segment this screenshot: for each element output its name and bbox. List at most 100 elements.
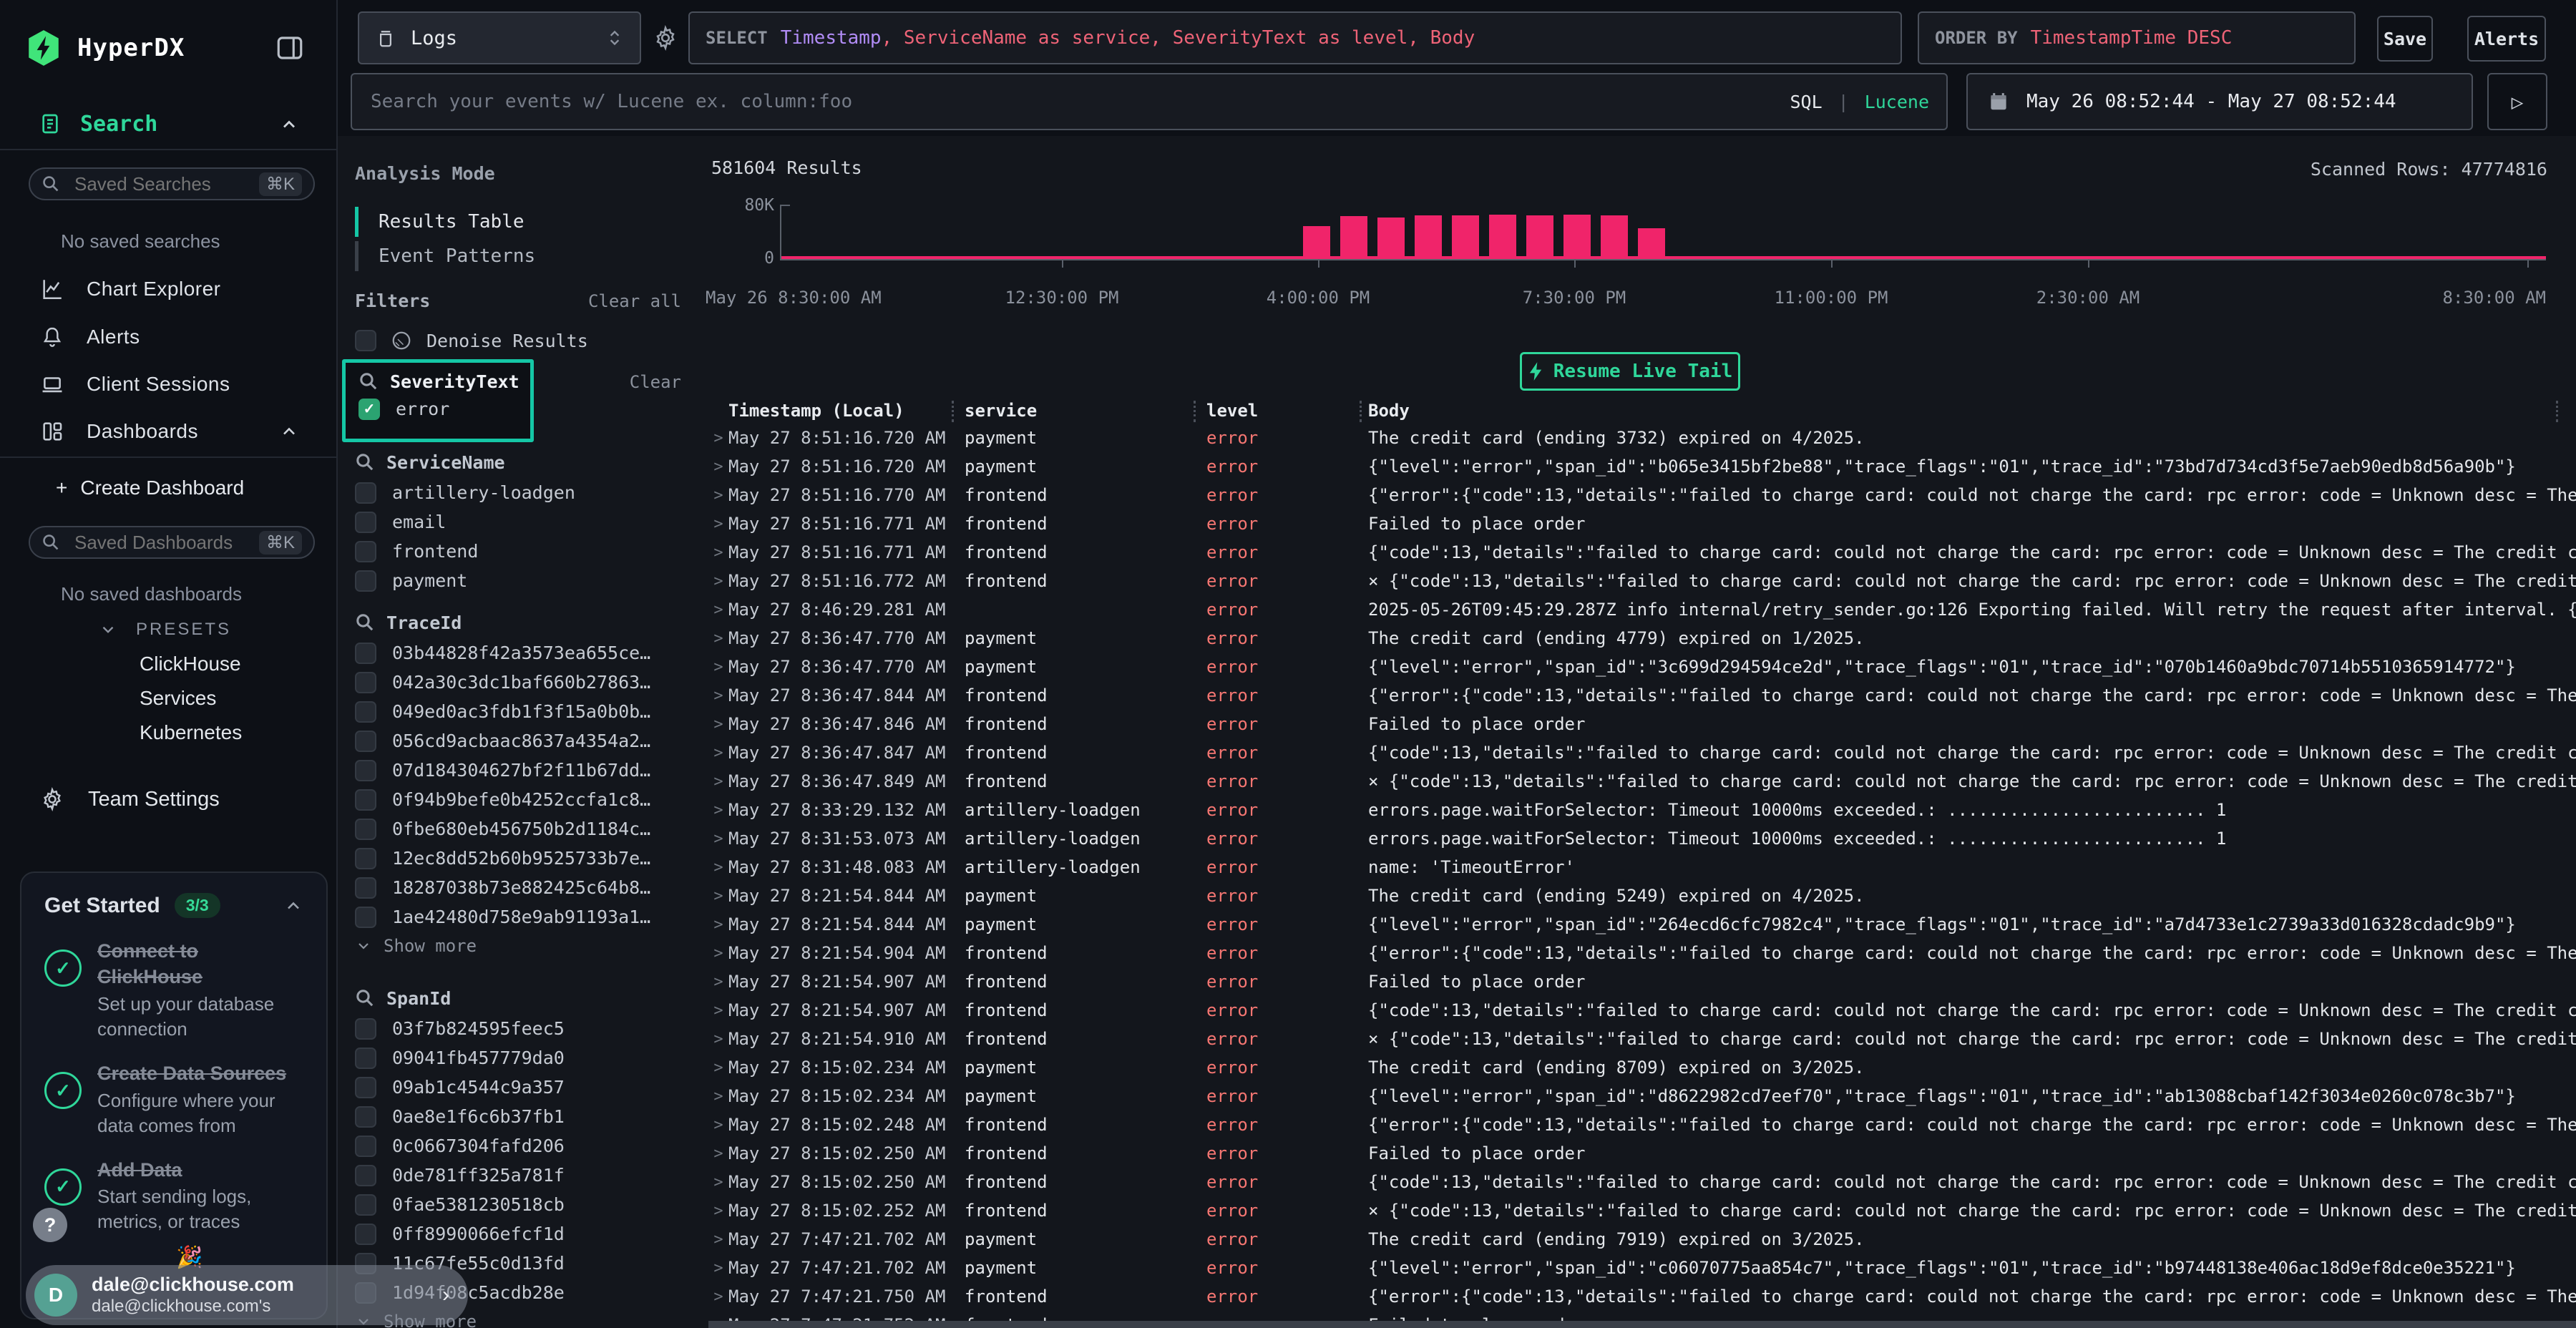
filter-value-row[interactable]: 09041fb457779da0 [355,1043,687,1073]
filter-value-row[interactable]: frontend [355,537,687,566]
filter-value-row[interactable]: 056cd9acbaac8637a4354a2… [355,726,687,756]
language-toggle-lucene[interactable]: Lucene [1865,92,1929,112]
row-expand-chevron[interactable]: > [708,1173,728,1191]
table-row[interactable]: >May 27 8:51:16.772 AMfrontenderror× {"c… [708,567,2576,595]
table-row[interactable]: >May 27 8:21:54.904 AMfrontenderror{"err… [708,939,2576,967]
run-query-button[interactable]: ▷ [2487,73,2547,130]
filter-value-row[interactable]: 03f7b824595feec5 [355,1014,687,1043]
filter-value-row[interactable]: 03b44828f42a3573ea655ce… [355,638,687,668]
row-expand-chevron[interactable]: > [708,716,728,733]
row-expand-chevron[interactable]: > [708,630,728,648]
column-resize-handle[interactable] [2556,401,2558,422]
presets-toggle[interactable]: PRESETS [99,620,231,640]
row-expand-chevron[interactable]: > [708,916,728,934]
checkbox[interactable] [355,907,376,928]
row-expand-chevron[interactable]: > [708,973,728,991]
checkbox[interactable] [355,819,376,840]
preset-services[interactable]: Services [140,687,216,710]
checkbox[interactable] [355,877,376,899]
checkbox[interactable] [355,512,376,533]
checkbox[interactable] [355,701,376,723]
checkbox[interactable] [355,570,376,592]
table-row[interactable]: >May 27 8:15:02.252 AMfrontenderror× {"c… [708,1196,2576,1225]
table-row[interactable]: >May 27 8:51:16.771 AMfrontenderror{"cod… [708,538,2576,567]
histogram-bar[interactable] [1526,215,1553,258]
checkbox[interactable] [355,643,376,664]
filter-value-row[interactable]: 09ab1c4544c9a357 [355,1073,687,1102]
row-expand-chevron[interactable]: > [708,601,728,619]
sidebar-collapse-icon[interactable] [275,33,305,63]
checkbox[interactable] [355,482,376,504]
sidebar-item-team-settings[interactable]: Team Settings [39,787,220,811]
table-row[interactable]: >May 27 8:36:47.846 AMfrontenderrorFaile… [708,710,2576,738]
source-select[interactable]: Logs [358,11,641,64]
search-icon[interactable] [355,452,375,472]
app-logo[interactable]: HyperDX [26,29,185,67]
histogram-bar[interactable] [1489,215,1516,258]
table-row[interactable]: >May 27 8:36:47.770 AMpaymenterrorThe cr… [708,624,2576,653]
table-row[interactable]: >May 27 8:36:47.847 AMfrontenderror{"cod… [708,738,2576,767]
row-expand-chevron[interactable]: > [708,773,728,791]
col-body[interactable]: Body [1368,401,2576,421]
get-started-step[interactable]: ✓ Add Data Start sending logs, metrics, … [44,1157,303,1235]
checkbox[interactable] [355,1048,376,1069]
table-row[interactable]: >May 27 8:21:54.910 AMfrontenderror× {"c… [708,1025,2576,1053]
row-expand-chevron[interactable]: > [708,429,728,447]
col-service[interactable]: service [965,401,1206,421]
table-row[interactable]: >May 27 8:46:29.281 AMerror2025-05-26T09… [708,595,2576,624]
row-expand-chevron[interactable]: > [708,830,728,848]
row-expand-chevron[interactable]: > [708,944,728,962]
table-row[interactable]: >May 27 8:33:29.132 AMartillery-loadgene… [708,796,2576,824]
histogram-bar[interactable] [1377,218,1405,258]
table-row[interactable]: >May 27 8:21:54.907 AMfrontenderrorFaile… [708,967,2576,996]
table-row[interactable]: >May 27 7:47:21.702 AMpaymenterror{"leve… [708,1254,2576,1282]
checkbox[interactable] [355,789,376,811]
time-range-picker[interactable]: May 26 08:52:44 - May 27 08:52:44 [1966,73,2473,130]
histogram-bar[interactable] [1563,215,1591,258]
checkbox[interactable]: ✓ [358,399,380,420]
chevron-up-icon[interactable] [279,421,299,441]
sidebar-item-dashboards[interactable]: Dashboards [0,409,336,454]
table-row[interactable]: >May 27 8:31:48.083 AMartillery-loadgene… [708,853,2576,882]
order-by-input[interactable]: ORDER BY TimestampTime DESC [1918,11,2356,64]
table-row[interactable]: >May 27 8:51:16.720 AMpaymenterrorThe cr… [708,424,2576,452]
row-expand-chevron[interactable]: > [708,1059,728,1077]
col-timestamp[interactable]: Timestamp (Local) [728,401,965,421]
filter-value-row[interactable]: 0f94b9befe0b4252ccfa1c8… [355,785,687,814]
checkbox[interactable] [355,1018,376,1040]
create-dashboard-button[interactable]: + Create Dashboard [56,477,244,499]
table-row[interactable]: >May 27 8:51:16.770 AMfrontenderror{"err… [708,481,2576,509]
filter-value-row[interactable]: 12ec8dd52b60b9525733b7e… [355,844,687,873]
histogram-bar[interactable] [1415,215,1442,258]
analysis-mode-tab[interactable]: Results Table [355,205,535,239]
row-expand-chevron[interactable]: > [708,1202,728,1220]
row-expand-chevron[interactable]: > [708,458,728,476]
row-expand-chevron[interactable]: > [708,1288,728,1306]
row-expand-chevron[interactable]: > [708,1145,728,1163]
show-more-button[interactable]: Show more [355,932,687,960]
filter-value-row[interactable]: email [355,507,687,537]
row-expand-chevron[interactable]: > [708,887,728,905]
row-expand-chevron[interactable]: > [708,515,728,533]
resume-live-tail-button[interactable]: Resume Live Tail [1520,352,1740,391]
preset-kubernetes[interactable]: Kubernetes [140,721,242,744]
row-expand-chevron[interactable]: > [708,859,728,877]
clear-all-filters-link[interactable]: Clear all [588,291,681,311]
checkbox[interactable] [355,731,376,752]
table-row[interactable]: >May 27 8:51:16.720 AMpaymenterror{"leve… [708,452,2576,481]
user-menu[interactable]: D dale@clickhouse.com dale@clickhouse.co… [26,1265,468,1325]
row-expand-chevron[interactable]: > [708,572,728,590]
checkbox[interactable] [355,848,376,869]
filter-value-row[interactable]: 049ed0ac3fdb1f3f15a0b0b… [355,697,687,726]
chevron-up-icon[interactable] [279,114,299,135]
table-row[interactable]: >May 27 8:15:02.248 AMfrontenderror{"err… [708,1110,2576,1139]
checkbox[interactable] [355,1077,376,1098]
get-started-step[interactable]: ✓ Create Data Sources Configure where yo… [44,1060,303,1138]
table-row[interactable]: >May 27 7:47:21.750 AMfrontenderror{"err… [708,1282,2576,1311]
source-settings-gear-icon[interactable] [653,25,678,51]
column-resize-handle[interactable] [1360,401,1362,422]
table-row[interactable]: >May 27 8:21:54.907 AMfrontenderror{"cod… [708,996,2576,1025]
table-row[interactable]: >May 27 8:15:02.250 AMfrontenderrorFaile… [708,1139,2576,1168]
saved-dashboards-input[interactable]: ⌘K [29,526,315,559]
table-row[interactable]: >May 27 8:31:53.073 AMartillery-loadgene… [708,824,2576,853]
